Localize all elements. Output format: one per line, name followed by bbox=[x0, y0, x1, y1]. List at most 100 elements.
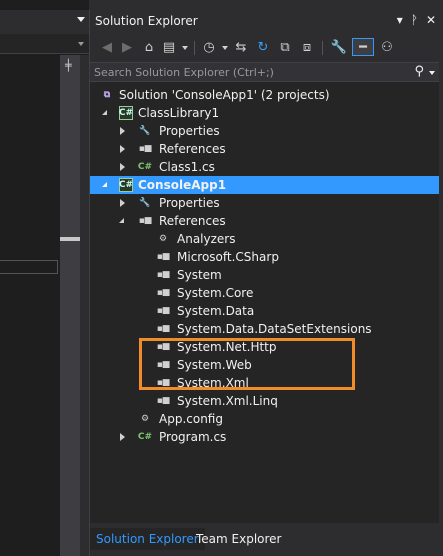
tree-item-label: System.Data.DataSetExtensions bbox=[177, 322, 372, 336]
search-box[interactable]: ⚲ bbox=[90, 62, 440, 82]
tree-item-label: ClassLibrary1 bbox=[138, 106, 220, 120]
search-input[interactable] bbox=[94, 65, 394, 80]
tree-item-properties[interactable]: 🔧 Properties bbox=[90, 122, 440, 140]
editor-line-box bbox=[0, 260, 58, 274]
class-diagram-icon[interactable]: ⚇ bbox=[378, 38, 396, 56]
solution-explorer-panel: Solution Explorer ▾ ᚹ ✕ ◀ ▶ ⌂ ▤ ◷ ⇆ ↻ ⧉ … bbox=[89, 10, 440, 556]
collapse-all-icon[interactable]: ⧉ bbox=[276, 38, 294, 56]
editor-area: ╪ bbox=[0, 0, 89, 556]
tree-item-label: References bbox=[159, 214, 226, 228]
close-icon[interactable]: ✕ bbox=[426, 13, 436, 27]
chevron-down-icon[interactable] bbox=[78, 42, 84, 46]
panel-toolbar: ◀ ▶ ⌂ ▤ ◷ ⇆ ↻ ⧉ ⧈ 🔧 ━ ⚇ bbox=[90, 34, 440, 62]
navigation-bar[interactable] bbox=[0, 34, 89, 54]
tree-item-reference[interactable]: ▪■ System.Data.DataSetExtensions bbox=[90, 320, 440, 338]
tree-item-reference[interactable]: ▪■ System.Xml.Linq bbox=[90, 392, 440, 410]
show-all-files-icon[interactable]: ⧈ bbox=[298, 38, 316, 56]
reference-icon: ▪■ bbox=[156, 288, 171, 298]
reference-icon: ▪■ bbox=[138, 144, 153, 154]
reference-icon: ▪■ bbox=[156, 270, 171, 280]
csharp-file-icon: C# bbox=[137, 162, 153, 172]
tree-item-label: Properties bbox=[159, 196, 220, 210]
collapse-arrow-icon[interactable] bbox=[120, 163, 125, 171]
tree-item-project-classlibrary1[interactable]: C# ClassLibrary1 bbox=[90, 104, 440, 122]
splitter[interactable] bbox=[80, 55, 89, 556]
tree-item-label: Microsoft.CSharp bbox=[177, 250, 279, 264]
tree-item-project-consoleapp1[interactable]: C# ConsoleApp1 bbox=[90, 176, 440, 194]
sync-with-document-icon[interactable]: ⇆ bbox=[232, 38, 250, 56]
panel-tab-bar: Solution Explorer Team Explorer bbox=[90, 523, 440, 556]
editor-tab-bar bbox=[0, 10, 89, 34]
switch-views-icon[interactable]: ▤ bbox=[160, 38, 178, 56]
tab-solution-explorer[interactable]: Solution Explorer bbox=[90, 528, 205, 550]
tab-team-explorer[interactable]: Team Explorer bbox=[190, 528, 288, 550]
tree-item-label: Analyzers bbox=[177, 232, 236, 246]
tree-item-reference[interactable]: ▪■ System bbox=[90, 266, 440, 284]
search-icon[interactable]: ⚲ bbox=[414, 64, 424, 79]
window-position-icon[interactable]: ▾ bbox=[397, 13, 403, 27]
tree-item-reference[interactable]: ▪■ Microsoft.CSharp bbox=[90, 248, 440, 266]
properties-wrench-icon[interactable]: 🔧 bbox=[330, 38, 348, 56]
tree-item-label: System bbox=[177, 268, 222, 282]
reference-icon: ▪■ bbox=[156, 324, 171, 334]
tree-item-label: Properties bbox=[159, 124, 220, 138]
refresh-icon[interactable]: ↻ bbox=[254, 38, 272, 56]
tree-item-label: ConsoleApp1 bbox=[138, 178, 227, 192]
wrench-icon: 🔧 bbox=[139, 126, 151, 136]
reference-icon: ▪■ bbox=[156, 396, 171, 406]
highlight-box bbox=[139, 338, 355, 390]
tree-item-label: App.config bbox=[159, 412, 223, 426]
tree-item-references[interactable]: ▪■ References bbox=[90, 140, 440, 158]
reference-icon: ▪■ bbox=[156, 306, 171, 316]
tree-item-label: System.Xml.Linq bbox=[177, 394, 278, 408]
wrench-icon: 🔧 bbox=[139, 198, 151, 208]
tree-item-class1-cs[interactable]: C# Class1.cs bbox=[90, 158, 440, 176]
tree-item-solution[interactable]: ⧉ Solution 'ConsoleApp1' (2 projects) bbox=[90, 86, 440, 104]
home-icon[interactable]: ⌂ bbox=[140, 38, 158, 56]
chevron-down-icon[interactable] bbox=[429, 71, 435, 75]
code-editor[interactable] bbox=[0, 55, 60, 556]
config-file-icon: ⚙ bbox=[140, 414, 150, 424]
collapse-arrow-icon[interactable] bbox=[120, 145, 125, 153]
expand-arrow-icon[interactable] bbox=[102, 182, 107, 187]
chevron-down-icon[interactable] bbox=[222, 46, 228, 50]
tree-item-program-cs[interactable]: C# Program.cs bbox=[90, 428, 440, 446]
forward-icon[interactable]: ▶ bbox=[118, 38, 136, 56]
tree-item-analyzers[interactable]: ⚙ Analyzers bbox=[90, 230, 440, 248]
panel-edge bbox=[439, 10, 443, 556]
tree-item-properties[interactable]: 🔧 Properties bbox=[90, 194, 440, 212]
tree-item-label: System.Core bbox=[177, 286, 254, 300]
tree-item-label: System.Data bbox=[177, 304, 255, 318]
reference-icon: ▪■ bbox=[156, 252, 171, 262]
panel-title: Solution Explorer bbox=[95, 14, 198, 28]
tree-item-references[interactable]: ▪■ References bbox=[90, 212, 440, 230]
tree-item-reference[interactable]: ▪■ System.Core bbox=[90, 284, 440, 302]
chevron-down-icon[interactable] bbox=[77, 17, 85, 22]
solution-icon: ⧉ bbox=[103, 90, 111, 100]
csharp-project-icon: C# bbox=[118, 106, 134, 120]
tree-item-app-config[interactable]: ⚙ App.config bbox=[90, 410, 440, 428]
csharp-project-icon: C# bbox=[118, 178, 134, 192]
reference-icon: ▪■ bbox=[138, 216, 153, 226]
preview-selected-items-icon[interactable]: ━ bbox=[352, 38, 374, 56]
tree-item-label: Class1.cs bbox=[159, 160, 215, 174]
tree-item-label: Solution 'ConsoleApp1' (2 projects) bbox=[119, 88, 330, 102]
tree-item-label: Program.cs bbox=[159, 430, 227, 444]
collapse-arrow-icon[interactable] bbox=[120, 433, 125, 441]
split-handle-icon[interactable]: ╪ bbox=[65, 59, 72, 72]
scrollbar-thumb[interactable] bbox=[60, 237, 80, 241]
tree-item-label: References bbox=[159, 142, 226, 156]
collapse-arrow-icon[interactable] bbox=[120, 127, 125, 135]
collapse-arrow-icon[interactable] bbox=[120, 199, 125, 207]
expand-arrow-icon[interactable] bbox=[102, 110, 107, 115]
analyzer-icon: ⚙ bbox=[158, 234, 168, 244]
pending-changes-filter-icon[interactable]: ◷ bbox=[200, 38, 218, 56]
panel-titlebar: Solution Explorer ▾ ᚹ ✕ bbox=[90, 10, 440, 34]
chevron-down-icon[interactable] bbox=[182, 46, 188, 50]
expand-arrow-icon[interactable] bbox=[119, 218, 124, 223]
editor-scrollbar[interactable]: ╪ bbox=[60, 55, 80, 556]
back-icon[interactable]: ◀ bbox=[98, 38, 116, 56]
pin-icon[interactable]: ᚹ bbox=[411, 13, 418, 27]
tree-item-reference[interactable]: ▪■ System.Data bbox=[90, 302, 440, 320]
csharp-file-icon: C# bbox=[137, 432, 153, 442]
